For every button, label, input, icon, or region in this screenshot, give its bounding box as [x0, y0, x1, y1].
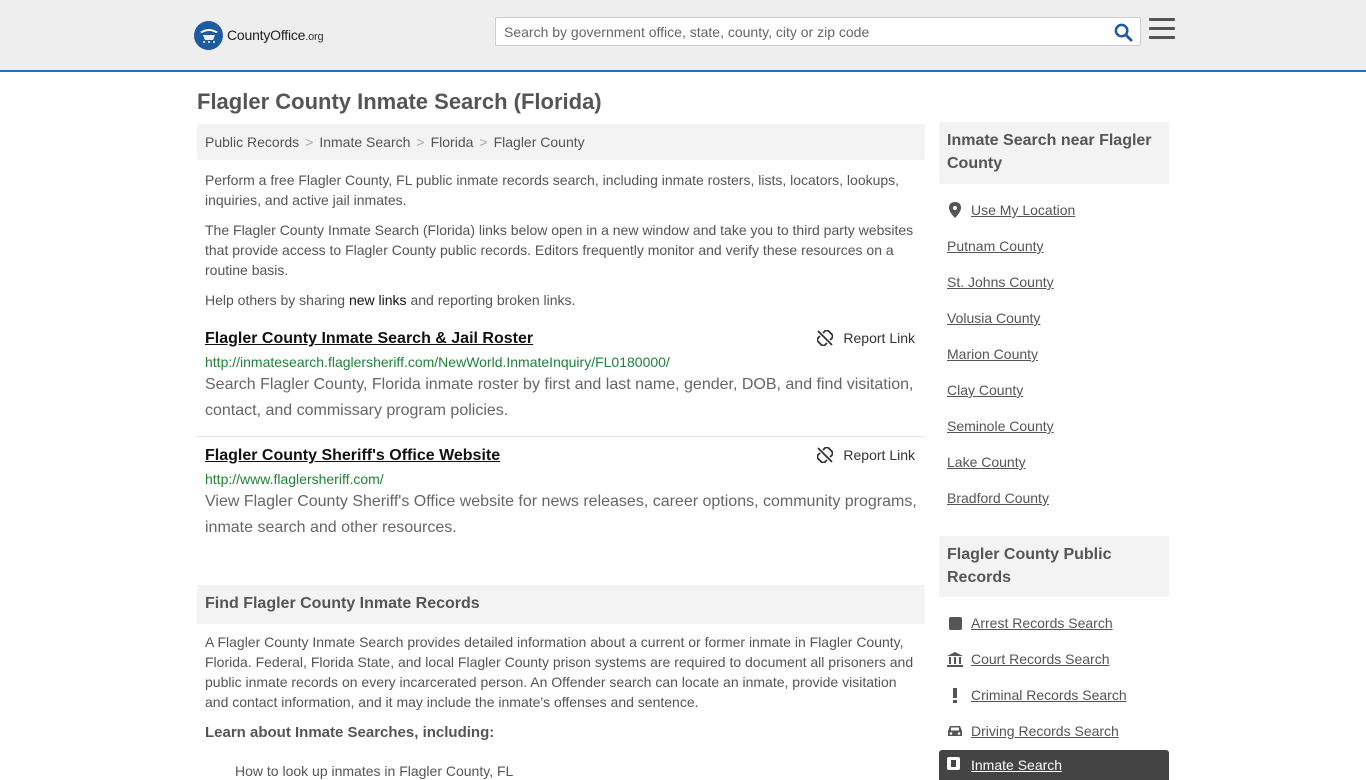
broken-link-icon [817, 330, 834, 346]
find-records-body: A Flagler County Inmate Search provides … [205, 634, 914, 710]
result-url: http://inmatesearch.flaglersheriff.com/N… [205, 354, 670, 370]
logo-wordmark: CountyOffice.org [227, 27, 324, 43]
records-item[interactable]: Arrest Records Search [947, 615, 1113, 631]
nearby-county-item[interactable]: Seminole County [947, 418, 1054, 434]
driving-records-link[interactable]: Driving Records Search [971, 723, 1119, 739]
learn-list-item: How to look up inmates in Flagler County… [235, 763, 514, 779]
breadcrumb-separator: > [305, 134, 314, 150]
report-link-label: Report Link [843, 330, 915, 346]
intro-paragraph-3: Help others by sharing new links and rep… [205, 290, 917, 310]
report-link-button[interactable]: Report Link [817, 330, 915, 346]
search-input[interactable] [496, 18, 1096, 45]
inmate-icon [947, 757, 963, 773]
use-location-link[interactable]: Use My Location [971, 202, 1075, 218]
result-title-link[interactable]: Flagler County Sheriff's Office Website [205, 447, 500, 465]
nearby-county-link[interactable]: Volusia County [947, 310, 1040, 326]
search-box [495, 17, 1141, 46]
nearby-county-link[interactable]: Seminole County [947, 418, 1054, 434]
intro-text: Help others by sharing [205, 292, 349, 308]
exclamation-icon [947, 687, 963, 703]
public-records-heading: Flagler County Public Records [939, 536, 1169, 597]
courthouse-icon [947, 651, 963, 667]
result-divider [197, 436, 925, 437]
inmate-search-link[interactable]: Inmate Search [971, 757, 1062, 773]
broken-link-icon [817, 447, 834, 463]
arrest-records-link[interactable]: Arrest Records Search [971, 615, 1113, 631]
learn-heading: Learn about Inmate Searches, including: [205, 724, 495, 741]
records-item[interactable]: Criminal Records Search [947, 687, 1127, 703]
find-records-heading: Find Flagler County Inmate Records [197, 585, 925, 624]
hamburger-menu-button[interactable] [1149, 18, 1175, 42]
nearby-county-item[interactable]: Marion County [947, 346, 1038, 362]
nearby-county-link[interactable]: Putnam County [947, 238, 1044, 254]
menu-bar-icon [1149, 27, 1175, 30]
site-header: CountyOffice.org [0, 0, 1366, 72]
report-link-button[interactable]: Report Link [817, 447, 915, 463]
result-description: Search Flagler County, Florida inmate ro… [205, 376, 914, 419]
intro-paragraph-2: The Flagler County Inmate Search (Florid… [205, 222, 914, 278]
breadcrumb-current: Flagler County [493, 134, 585, 150]
nearby-county-item[interactable]: Lake County [947, 454, 1026, 470]
map-pin-icon [947, 202, 963, 218]
nearby-county-item[interactable]: Clay County [947, 382, 1023, 398]
records-item[interactable]: Court Records Search [947, 651, 1110, 667]
breadcrumb-separator: > [416, 134, 425, 150]
nearby-county-item[interactable]: Bradford County [947, 490, 1049, 506]
intro-paragraph-1: Perform a free Flagler County, FL public… [205, 172, 900, 208]
logo-emblem-icon [194, 20, 223, 50]
intro-text: and reporting broken links. [406, 292, 576, 308]
square-icon [947, 615, 963, 631]
result-item: Flagler County Inmate Search & Jail Rost… [197, 330, 925, 424]
records-item-active[interactable]: Inmate Search [939, 750, 1169, 780]
nearby-county-item[interactable]: St. Johns County [947, 274, 1054, 290]
breadcrumb-inmate-search[interactable]: Inmate Search [319, 134, 410, 150]
menu-bar-icon [1149, 18, 1175, 21]
breadcrumb-public-records[interactable]: Public Records [205, 134, 299, 150]
nearby-heading: Inmate Search near Flagler County [939, 122, 1169, 184]
result-item: Flagler County Sheriff's Office Website … [197, 447, 925, 541]
site-logo[interactable]: CountyOffice.org [194, 20, 324, 50]
car-icon [947, 723, 963, 739]
nearby-county-link[interactable]: Clay County [947, 382, 1023, 398]
nearby-county-item[interactable]: Putnam County [947, 238, 1044, 254]
result-title-link[interactable]: Flagler County Inmate Search & Jail Rost… [205, 330, 533, 348]
page-title: Flagler County Inmate Search (Florida) [197, 89, 602, 114]
nearby-county-link[interactable]: Bradford County [947, 490, 1049, 506]
breadcrumb: Public Records > Inmate Search > Florida > Fla… [197, 124, 925, 160]
nearby-county-link[interactable]: Lake County [947, 454, 1026, 470]
report-link-label: Report Link [843, 447, 915, 463]
court-records-link[interactable]: Court Records Search [971, 651, 1110, 667]
breadcrumb-florida[interactable]: Florida [431, 134, 474, 150]
new-links-link[interactable]: new links [349, 292, 407, 308]
search-icon [1114, 23, 1133, 42]
use-my-location[interactable]: Use My Location [947, 202, 1075, 218]
criminal-records-link[interactable]: Criminal Records Search [971, 687, 1127, 703]
records-item[interactable]: Driving Records Search [947, 723, 1119, 739]
menu-bar-icon [1149, 36, 1175, 39]
result-description: View Flagler County Sheriff's Office web… [205, 493, 917, 536]
search-button[interactable] [1112, 21, 1134, 43]
nearby-county-item[interactable]: Volusia County [947, 310, 1040, 326]
nearby-county-link[interactable]: Marion County [947, 346, 1038, 362]
breadcrumb-separator: > [479, 134, 488, 150]
nearby-county-link[interactable]: St. Johns County [947, 274, 1054, 290]
result-url: http://www.flaglersheriff.com/ [205, 471, 384, 487]
